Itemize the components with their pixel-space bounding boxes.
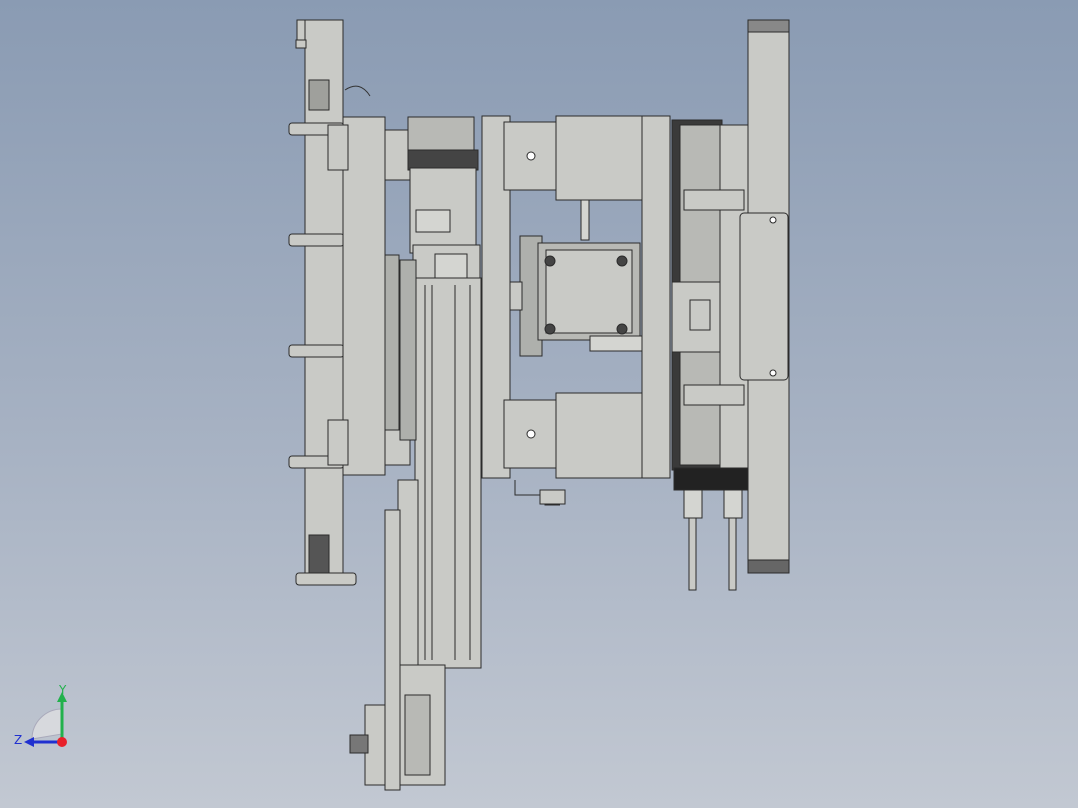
left-mounting-plate [295,19,344,576]
cable [344,85,371,97]
servo-motor [509,235,643,357]
air-fittings [683,489,743,591]
coordinate-triad: Y Z [14,684,67,747]
triad-arc [31,708,63,740]
z-axis-label: Z [14,733,22,747]
graphics-viewport[interactable]: Y Z [0,0,1078,808]
z-axis-arrow [24,737,34,747]
cad-assembly-view[interactable] [0,0,1078,808]
rotary-actuator [671,119,751,491]
x-axis-dot [57,737,67,747]
y-axis-label: Y [58,684,67,697]
